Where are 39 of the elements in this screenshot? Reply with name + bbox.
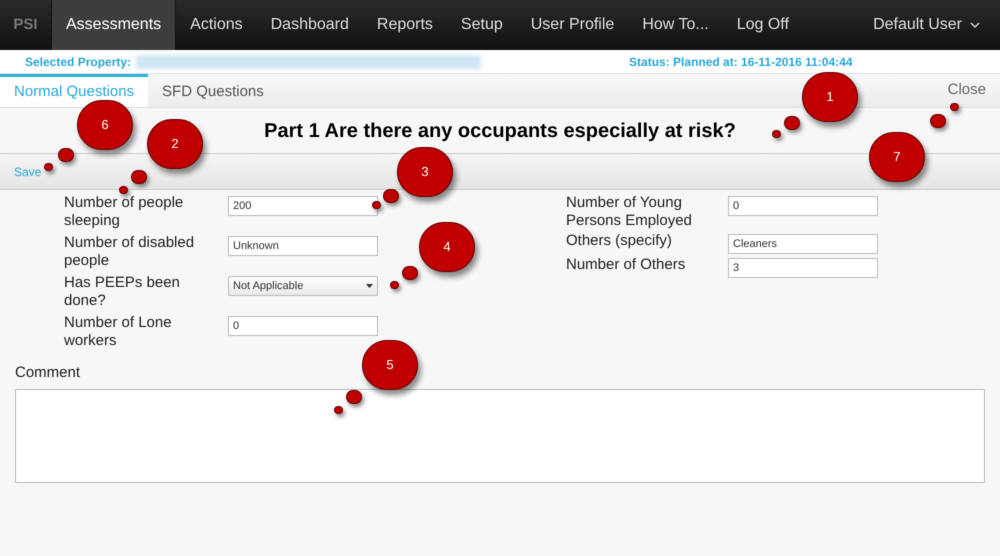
dropdown[interactable]: Not Applicable <box>228 276 378 296</box>
comment-label: Comment <box>15 363 80 383</box>
input-field[interactable]: 200 <box>228 196 378 216</box>
tab[interactable]: SFD Questions <box>148 74 278 107</box>
input-field[interactable]: 0 <box>728 196 878 216</box>
close-link[interactable]: Close <box>948 74 1000 107</box>
callout-number: 3 <box>397 147 453 197</box>
input-field[interactable]: 0 <box>228 316 378 336</box>
nav-tab[interactable]: Reports <box>362 0 447 50</box>
nav-tab[interactable]: User Profile <box>516 0 628 50</box>
field-label: Number of Young Persons Employed <box>566 194 693 230</box>
section-title: Part 1 Are there any occupants especially at risk? <box>264 118 736 144</box>
callout-number: 2 <box>147 119 203 169</box>
nav-tab[interactable]: Assessments <box>52 0 176 50</box>
nav-tab[interactable]: Log Off <box>722 0 803 50</box>
nav-tab[interactable]: Actions <box>176 0 257 50</box>
field-label: Has PEEPs been done? <box>64 274 181 310</box>
input-field[interactable]: Unknown <box>228 236 378 256</box>
nav-tab[interactable]: How To... <box>628 0 723 50</box>
status-text: Status: Planned at: 16-11-2016 11:04:44 <box>629 54 852 70</box>
callout-number: 4 <box>419 222 475 272</box>
field-label: Number of people sleeping <box>64 194 184 230</box>
nav-tab[interactable]: Dashboard <box>256 0 363 50</box>
field-label: Others (specify) <box>566 232 673 250</box>
chevron-down-icon <box>970 22 980 28</box>
comment-field[interactable] <box>15 388 985 482</box>
input-field[interactable]: 3 <box>728 258 878 278</box>
dropdown-arrow-icon <box>366 284 373 288</box>
field-label: Number of disabled people <box>64 234 196 270</box>
field-label: Number of Others <box>566 256 686 274</box>
callout-number: 1 <box>802 72 858 122</box>
callout-number: 5 <box>362 340 418 390</box>
callout-number: 7 <box>869 132 925 182</box>
callout-number: 6 <box>77 100 133 150</box>
user-menu[interactable]: Default User <box>873 0 1000 50</box>
nav-tab[interactable]: Setup <box>446 0 517 50</box>
input-field[interactable]: Cleaners <box>728 234 878 254</box>
selected-property-label: Selected Property: <box>25 54 132 70</box>
field-label: Number of Lone workers <box>64 314 173 350</box>
